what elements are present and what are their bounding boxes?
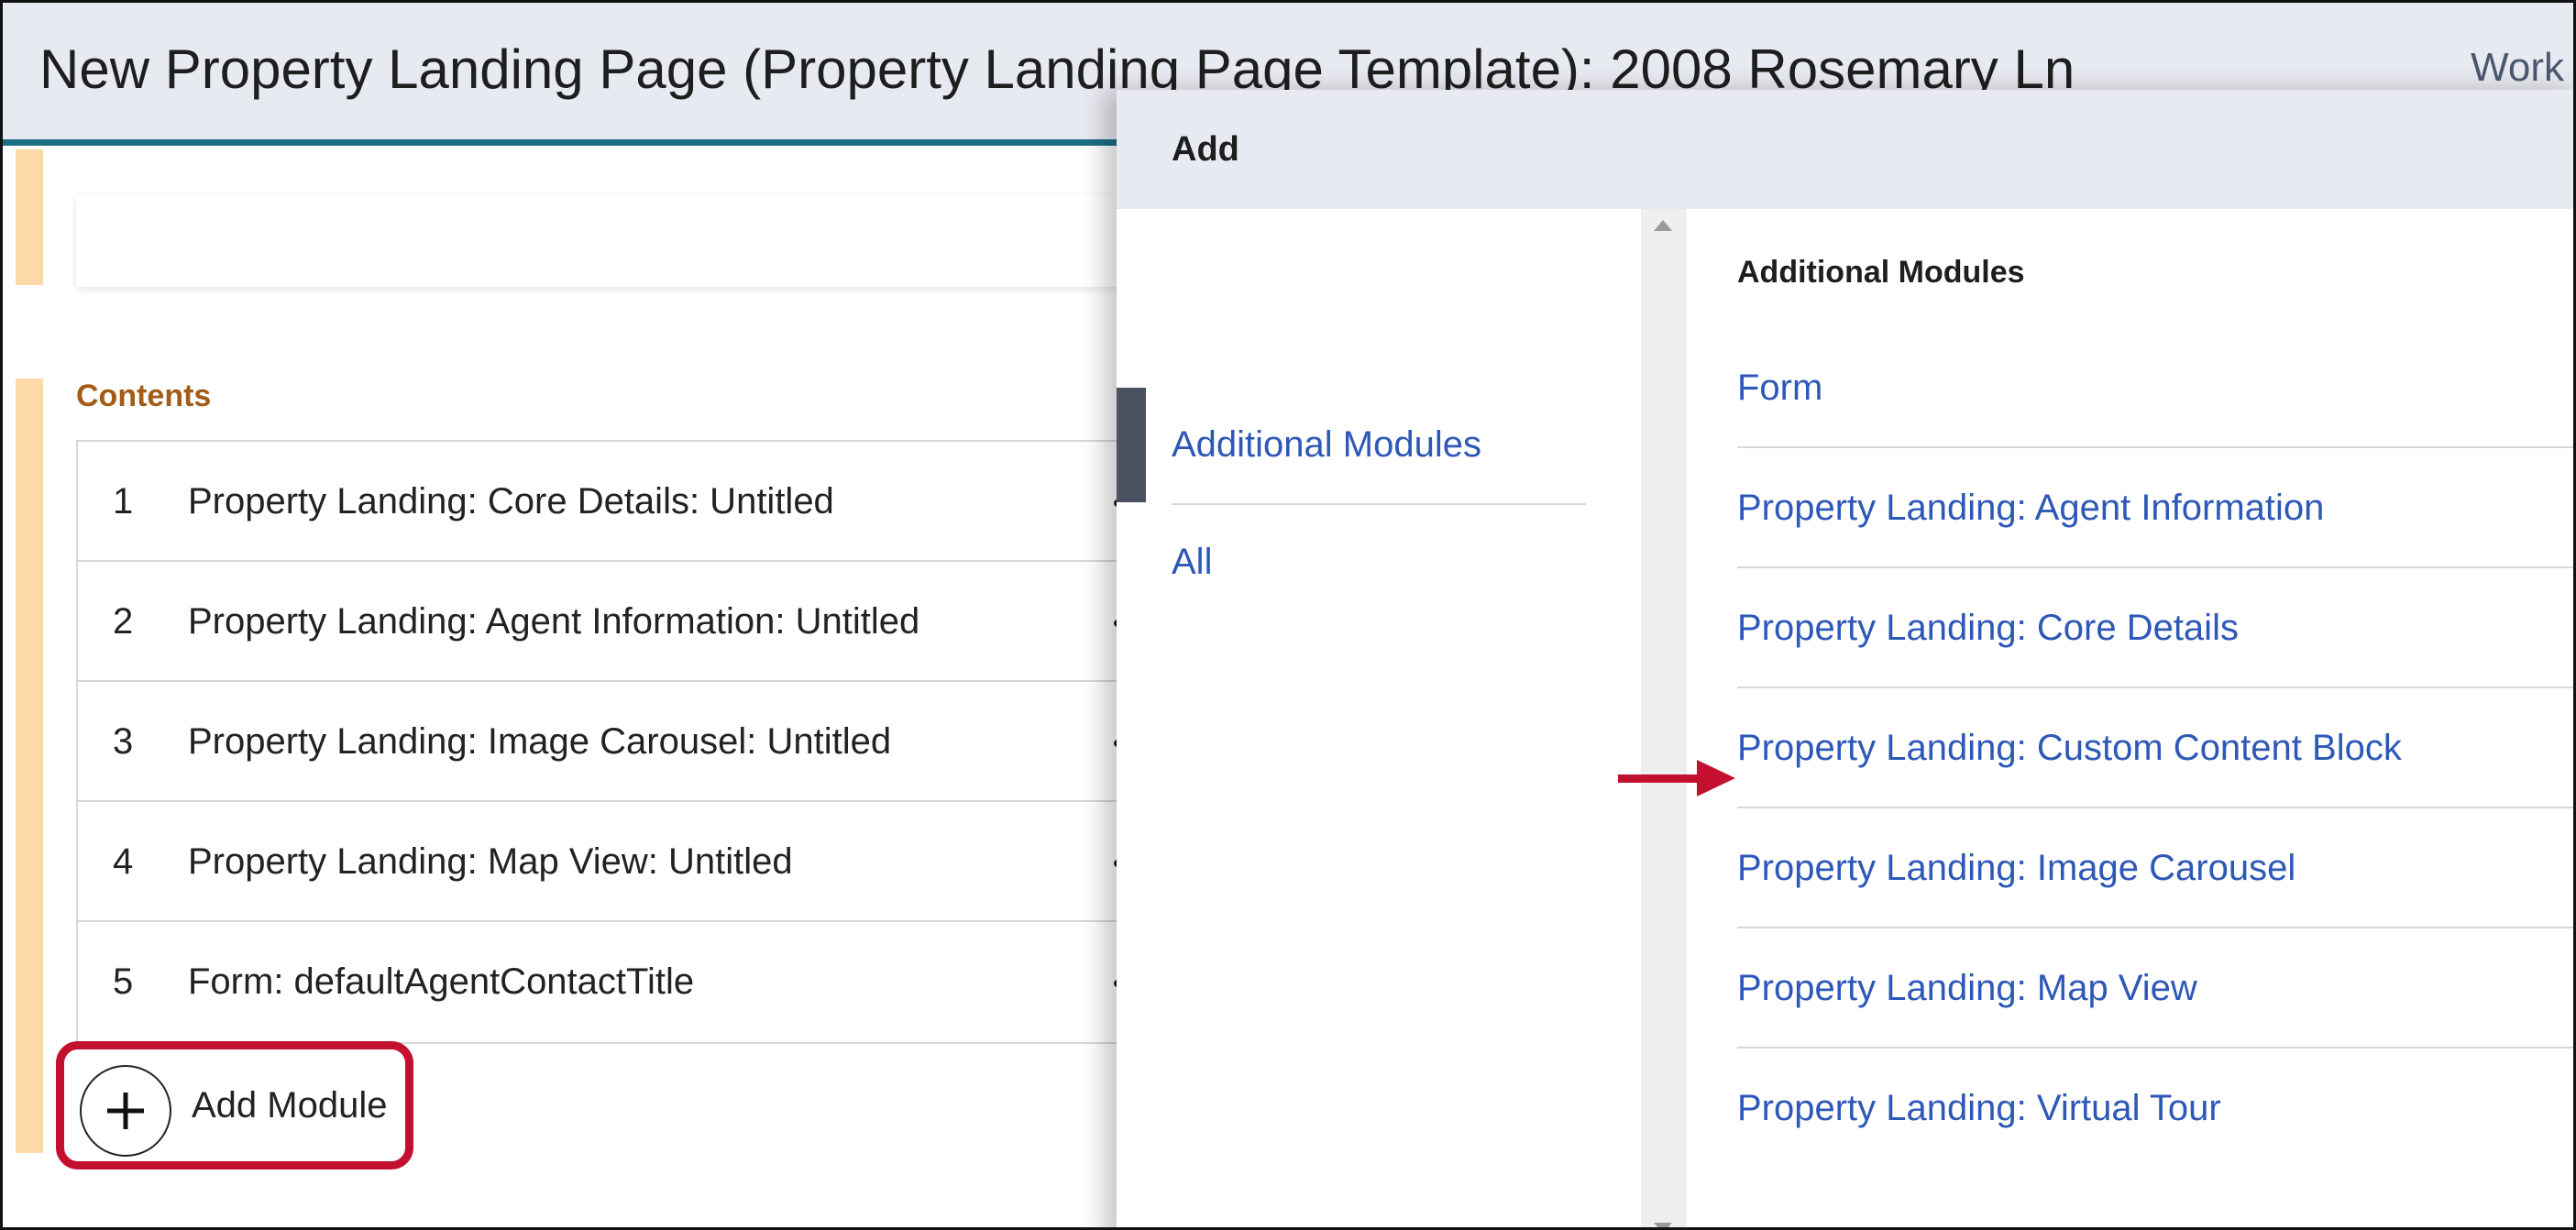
scroll-up-arrow-icon[interactable] <box>1654 220 1672 231</box>
module-number: 4 <box>113 841 134 882</box>
add-dialog: Add Additional Modules All Additional Mo… <box>1117 90 2573 1227</box>
module-option-core-details[interactable]: Property Landing: Core Details <box>1737 568 2573 688</box>
annotation-arrow-icon <box>1618 760 1737 796</box>
module-label[interactable]: Property Landing: Agent Information: Unt… <box>188 562 919 682</box>
nav-item-additional-modules[interactable]: Additional Modules <box>1172 392 1481 498</box>
module-option-list: Form Property Landing: Agent Information… <box>1737 328 2573 1169</box>
nav-divider <box>1172 503 1586 505</box>
add-module-button[interactable]: Add Module <box>56 1041 413 1170</box>
add-module-label[interactable]: Add Module <box>192 1049 387 1161</box>
module-options-pane: Additional Modules Form Property Landing… <box>1687 209 2573 1227</box>
module-label[interactable]: Property Landing: Core Details: Untitled <box>188 442 834 562</box>
module-number: 5 <box>113 961 134 1002</box>
module-option-map-view[interactable]: Property Landing: Map View <box>1737 928 2573 1049</box>
nav-selected-indicator <box>1117 388 1146 502</box>
dialog-category-nav: Additional Modules All <box>1117 209 1644 1227</box>
scroll-down-arrow-icon[interactable] <box>1654 1223 1672 1227</box>
module-row[interactable]: 1 Property Landing: Core Details: Untitl… <box>78 442 1130 562</box>
arrow-head <box>1697 760 1735 796</box>
arrow-shaft <box>1618 774 1701 783</box>
module-number: 2 <box>113 601 134 642</box>
module-option-custom-content-block[interactable]: Property Landing: Custom Content Block <box>1737 688 2573 808</box>
module-label[interactable]: Property Landing: Image Carousel: Untitl… <box>188 682 891 802</box>
module-number: 3 <box>113 721 134 762</box>
module-label[interactable]: Form: defaultAgentContactTitle <box>188 922 694 1042</box>
nav-item-all[interactable]: All <box>1172 516 1212 608</box>
module-row[interactable]: 3 Property Landing: Image Carousel: Unti… <box>78 682 1130 802</box>
dialog-title: Add <box>1172 130 1239 169</box>
module-option-virtual-tour[interactable]: Property Landing: Virtual Tour <box>1737 1049 2573 1169</box>
plus-circle-icon[interactable] <box>80 1065 171 1157</box>
module-label[interactable]: Property Landing: Map View: Untitled <box>188 802 793 922</box>
module-list: 1 Property Landing: Core Details: Untitl… <box>76 440 1130 1044</box>
screenshot-frame: New Property Landing Page (Property Land… <box>0 0 2576 1230</box>
module-row[interactable]: 4 Property Landing: Map View: Untitled <box>78 802 1130 922</box>
pane-heading: Additional Modules <box>1737 255 2025 290</box>
module-row[interactable]: 5 Form: defaultAgentContactTitle <box>78 922 1130 1042</box>
module-row[interactable]: 2 Property Landing: Agent Information: U… <box>78 562 1130 682</box>
dialog-header: Add <box>1117 90 2573 209</box>
module-number: 1 <box>113 481 134 522</box>
previous-section-panel <box>76 195 1130 287</box>
contents-accent-bar <box>16 379 43 1153</box>
scrollbar[interactable] <box>1641 209 1687 1227</box>
module-option-image-carousel[interactable]: Property Landing: Image Carousel <box>1737 808 2573 928</box>
workflow-link[interactable]: Work <box>2471 45 2564 91</box>
module-option-form[interactable]: Form <box>1737 328 2573 448</box>
section-accent-bar <box>16 149 43 285</box>
module-option-agent-information[interactable]: Property Landing: Agent Information <box>1737 448 2573 568</box>
contents-heading: Contents <box>76 379 212 413</box>
